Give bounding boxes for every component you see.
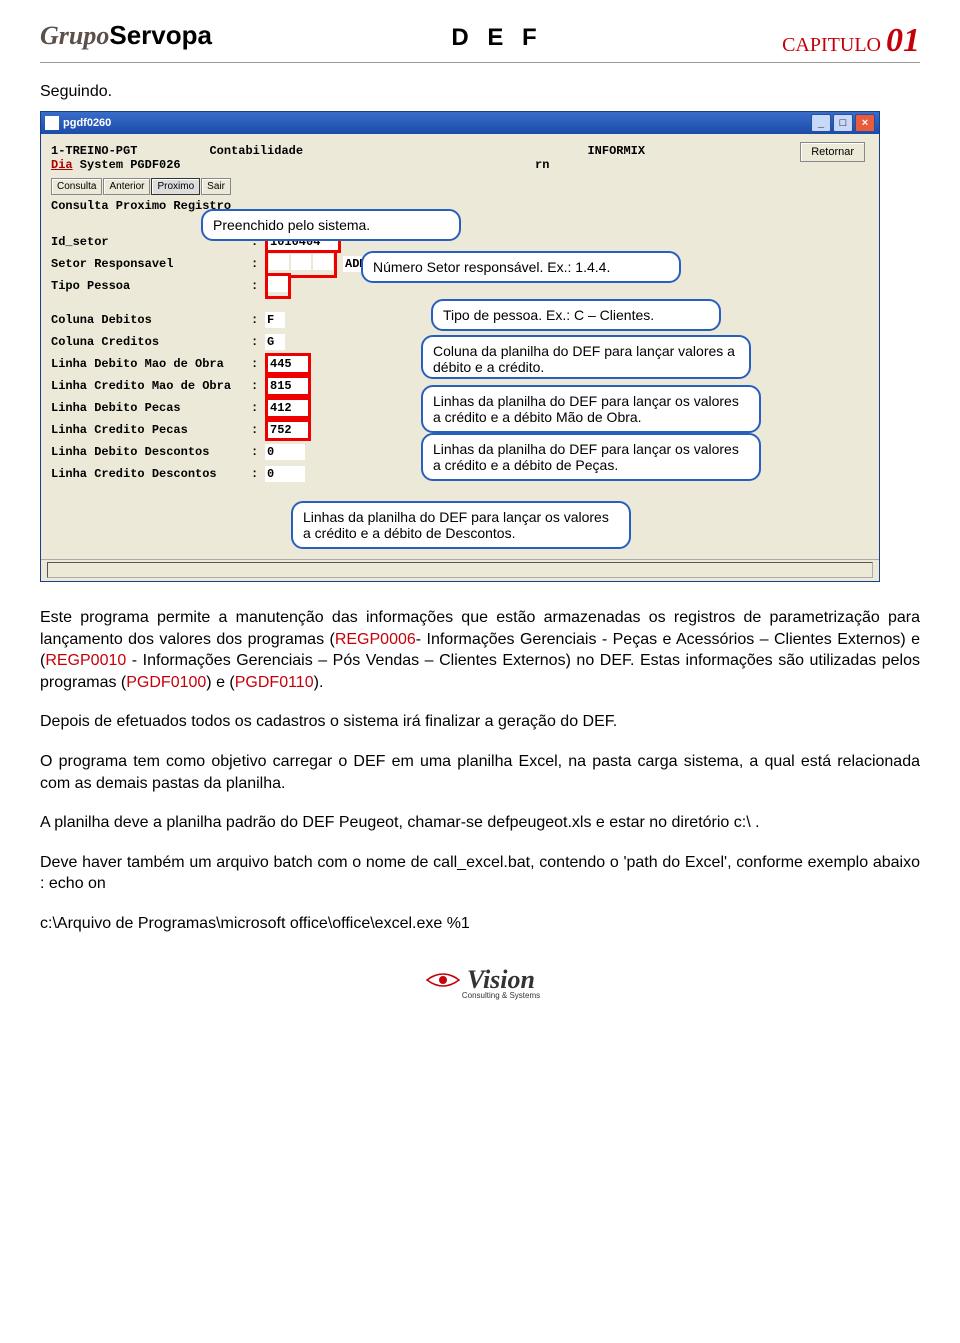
proximo-button[interactable]: Proximo [151,178,200,195]
minimize-button[interactable]: _ [811,114,831,132]
callout-linhas-pecas: Linhas da planilha do DEF para lançar os… [421,433,761,481]
paragraph-2: Depois de efetuados todos os cadastros o… [40,711,920,733]
tipo-pessoa-label: Tipo Pessoa [51,279,251,293]
close-button[interactable]: × [855,114,875,132]
app-window: pgdf0260 _ □ × Retornar 1-TREINO-PGT Con… [40,111,880,582]
eye-icon [425,970,461,990]
setor-seg3[interactable] [313,254,333,270]
linha-credito-pecas-value[interactable]: 752 [268,422,308,438]
linha-credito-descontos-value[interactable]: 0 [265,466,305,482]
code-regp0010: REGP0010 [45,652,126,669]
chapter-label: CAPITULO 01 [782,22,920,60]
setor-responsavel-label: Setor Responsavel [51,257,251,271]
tipo-pessoa-value[interactable] [268,276,288,292]
capitulo-number: 01 [886,22,920,59]
callout-linhas-mao-obra: Linhas da planilha do DEF para lançar os… [421,385,761,433]
retornar-button[interactable]: Retornar [800,142,865,162]
linha-debito-descontos-label: Linha Debito Descontos [51,445,251,459]
informix-label: INFORMIX [587,144,645,158]
anterior-button[interactable]: Anterior [103,178,150,195]
system-label: System PGDF026 [73,158,181,172]
paragraph-6: c:\Arquivo de Programas\microsoft office… [40,913,920,935]
contabilidade-label: Contabilidade [209,144,303,158]
window-title: pgdf0260 [63,117,111,129]
paragraph-5: Deve haver também um arquivo batch com o… [40,852,920,895]
coluna-debitos-label: Coluna Debitos [51,313,251,327]
sair-button[interactable]: Sair [201,178,231,195]
button-row: Consulta Anterior Proximo Sair [51,178,869,195]
intro-text: Seguindo. [40,83,920,101]
setor-seg1[interactable] [269,254,289,270]
coluna-debitos-value[interactable]: F [265,312,285,328]
app-icon [45,116,59,130]
callout-preenchido: Preenchido pelo sistema. [201,209,461,241]
setor-seg2[interactable] [291,254,311,270]
doc-title: D E F [451,24,542,52]
paragraph-1: Este programa permite a manutenção das i… [40,607,920,693]
logo-gruposervopa: GrupoServopa [40,20,212,51]
para1-d: ) e ( [206,674,234,691]
form-area: Preenchido pelo sistema. Número Setor re… [41,217,879,559]
coluna-creditos-value[interactable]: G [265,334,285,350]
window-titlebar: pgdf0260 _ □ × [41,112,879,134]
linha-debito-descontos-value[interactable]: 0 [265,444,305,460]
paragraph-4: A planilha deve a planilha padrão do DEF… [40,812,920,834]
consulta-registro-label: Consulta Proximo Registro [51,199,869,213]
linha-debito-pecas-label: Linha Debito Pecas [51,401,251,415]
code-pgdf0110: PGDF0110 [235,674,314,691]
dia-label: Dia [51,158,73,172]
linha-credito-descontos-label: Linha Credito Descontos [51,467,251,481]
logo-servopa-word: Servopa [109,20,212,50]
coluna-creditos-label: Coluna Creditos [51,335,251,349]
para1-e: ). [314,674,324,691]
status-bar [41,559,879,581]
linha-credito-mao-obra-value[interactable]: 815 [268,378,308,394]
window-buttons: _ □ × [811,114,875,132]
treino-label: 1-TREINO-PGT [51,144,137,158]
capitulo-word: CAPITULO [782,34,881,56]
linha-credito-pecas-label: Linha Credito Pecas [51,423,251,437]
vision-subtitle: Consulting & Systems [82,991,920,1000]
linha-debito-mao-obra-value[interactable]: 445 [268,356,308,372]
code-pgdf0100: PGDF0100 [126,674,206,691]
logo-grupo-word: Grupo [40,21,109,50]
toolbar: Retornar 1-TREINO-PGT Contabilidade INFO… [41,134,879,217]
linha-debito-pecas-value[interactable]: 412 [268,400,308,416]
consulta-button[interactable]: Consulta [51,178,102,195]
callout-numero-setor: Número Setor responsável. Ex.: 1.4.4. [361,251,681,283]
linha-debito-mao-obra-label: Linha Debito Mao de Obra [51,357,251,371]
code-regp0006: REGP0006 [335,631,416,648]
page-header: GrupoServopa D E F CAPITULO 01 [40,20,920,63]
footer: Vision Consulting & Systems [40,965,920,1000]
maximize-button[interactable]: □ [833,114,853,132]
callout-coluna-planilha: Coluna da planilha do DEF para lançar va… [421,335,751,379]
rn-label: rn [535,158,549,172]
linha-credito-mao-obra-label: Linha Credito Mao de Obra [51,379,251,393]
callout-linhas-descontos: Linhas da planilha do DEF para lançar os… [291,501,631,549]
paragraph-3: O programa tem como objetivo carregar o … [40,751,920,794]
callout-tipo-pessoa: Tipo de pessoa. Ex.: C – Clientes. [431,299,721,331]
status-inset [47,562,873,578]
